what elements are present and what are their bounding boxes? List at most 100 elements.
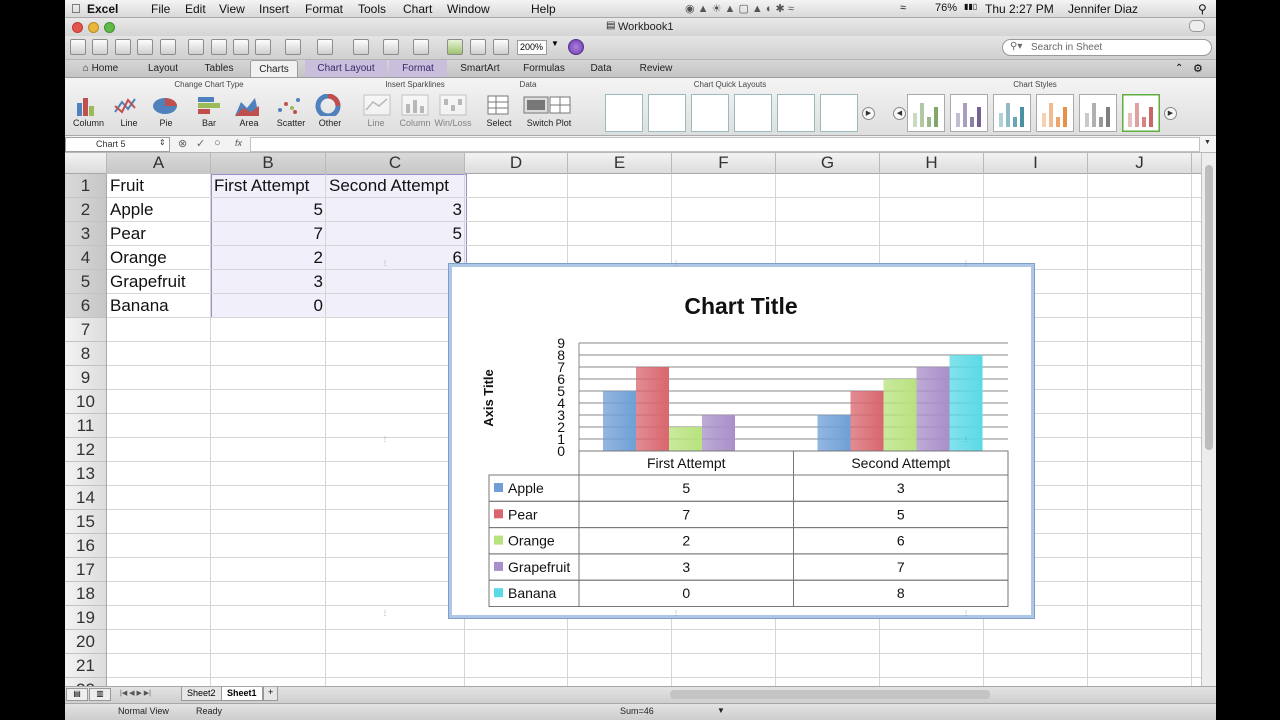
chart-resize-handle-right[interactable]: ⋮ <box>963 437 969 444</box>
cell-c1[interactable]: Second Attempt <box>326 174 465 198</box>
chart-bar-orange-1[interactable] <box>669 427 702 451</box>
row-header-12[interactable]: 12 <box>65 438 106 462</box>
page-layout-view-icon[interactable]: ▥ <box>89 688 111 701</box>
row-header-10[interactable]: 10 <box>65 390 106 414</box>
quick-layout-2[interactable] <box>648 94 686 132</box>
cell-b4[interactable]: 2 <box>211 246 326 270</box>
status-sum-dropdown-icon[interactable]: ▼ <box>717 706 725 715</box>
row-header-8[interactable]: 8 <box>65 342 106 366</box>
row-header-17[interactable]: 17 <box>65 558 106 582</box>
quick-layout-4[interactable] <box>734 94 772 132</box>
sheet-nav-icons[interactable]: |◀ ◀ ▶ ▶| <box>120 689 151 697</box>
chart-style-2[interactable] <box>950 94 988 132</box>
row-header-2[interactable]: 2 <box>65 198 106 222</box>
new-from-template-icon[interactable] <box>70 39 86 55</box>
column-header-i[interactable]: I <box>984 153 1088 174</box>
formula-bar-expand-icon[interactable]: ▼ <box>1204 139 1211 146</box>
row-header-7[interactable]: 7 <box>65 318 106 342</box>
user-name[interactable]: Jennifer Diaz <box>1068 2 1138 16</box>
chart-resize-handle-tl[interactable]: ⋮ <box>382 261 388 268</box>
cell-a2[interactable]: Apple <box>107 198 211 222</box>
tab-data[interactable]: Data <box>583 60 619 77</box>
chart-bar-pear-2[interactable] <box>850 391 884 451</box>
cell-b6[interactable]: 0 <box>211 294 326 318</box>
redo-icon[interactable] <box>317 39 333 55</box>
row-header-9[interactable]: 9 <box>65 366 106 390</box>
formula-builder-icon[interactable] <box>447 39 463 55</box>
toolbar-toggle-button[interactable] <box>1189 20 1205 32</box>
chart-style-6[interactable] <box>1122 94 1160 132</box>
row-header-5[interactable]: 5 <box>65 270 106 294</box>
cell-c5[interactable] <box>326 270 465 294</box>
chart-bar-grapefruit-1[interactable] <box>702 415 735 451</box>
cell-a3[interactable]: Pear <box>107 222 211 246</box>
chart-resize-handle-left[interactable]: ⋮ <box>382 437 388 444</box>
app-menu[interactable]: Excel <box>87 2 118 16</box>
tab-review[interactable]: Review <box>635 60 677 77</box>
menu-insert[interactable]: Insert <box>259 2 289 16</box>
name-box-dropdown-icon[interactable]: ⇕ <box>159 138 166 147</box>
chart-bar-apple-1[interactable] <box>603 391 636 451</box>
collapse-ribbon-icon[interactable]: ⌃ <box>1175 63 1183 74</box>
tab-smartart[interactable]: SmartArt <box>453 60 507 77</box>
cell-a4[interactable]: Orange <box>107 246 211 270</box>
undo-icon[interactable] <box>285 39 301 55</box>
chart-styles-next-icon[interactable]: ▶ <box>1164 107 1177 120</box>
row-header-1[interactable]: 1 <box>65 174 106 198</box>
chart-axis-title[interactable]: Axis Title <box>481 369 496 427</box>
vertical-scroll-thumb[interactable] <box>1205 165 1213 450</box>
menu-view[interactable]: View <box>219 2 245 16</box>
column-header-e[interactable]: E <box>568 153 672 174</box>
filter-icon[interactable] <box>413 39 429 55</box>
chart-resize-handle-top[interactable]: ⋮ <box>673 261 679 268</box>
cell-b1[interactable]: First Attempt <box>211 174 326 198</box>
menu-file[interactable]: File <box>151 2 170 16</box>
row-header-16[interactable]: 16 <box>65 534 106 558</box>
tab-format[interactable]: Format <box>389 60 447 77</box>
chart-resize-handle-br[interactable]: ⋮ <box>963 611 969 618</box>
cell-a5[interactable]: Grapefruit <box>107 270 211 294</box>
select-all-corner[interactable] <box>65 153 107 174</box>
chart-style-4[interactable] <box>1036 94 1074 132</box>
format-painter-icon[interactable] <box>255 39 271 55</box>
open-icon[interactable] <box>115 39 131 55</box>
row-header-21[interactable]: 21 <box>65 654 106 678</box>
cell-c2[interactable]: 3 <box>326 198 465 222</box>
tab-formulas[interactable]: Formulas <box>519 60 569 77</box>
quick-layouts-next-icon[interactable]: ▶ <box>862 107 875 120</box>
column-header-c[interactable]: C <box>326 153 465 174</box>
chart-object[interactable]: Chart Title Axis Title 0 1 2 3 4 5 6 7 8 9 First Att… <box>449 264 1034 618</box>
tab-charts[interactable]: Charts <box>250 60 298 77</box>
row-header-13[interactable]: 13 <box>65 462 106 486</box>
row-header-15[interactable]: 15 <box>65 510 106 534</box>
formula-edit-icon[interactable]: ○ <box>214 137 221 149</box>
autosum-icon[interactable] <box>353 39 369 55</box>
formula-input[interactable] <box>250 137 1200 152</box>
cell-c6[interactable] <box>326 294 465 318</box>
cell-b5[interactable]: 3 <box>211 270 326 294</box>
tab-chart-layout[interactable]: Chart Layout <box>305 60 387 77</box>
cell-c3[interactable]: 5 <box>326 222 465 246</box>
column-header-g[interactable]: G <box>776 153 880 174</box>
print-icon[interactable] <box>160 39 176 55</box>
row-header-19[interactable]: 19 <box>65 606 106 630</box>
sheet-tab-sheet1[interactable]: Sheet1 <box>221 687 263 701</box>
minimize-window-button[interactable] <box>88 22 99 33</box>
cell-a6[interactable]: Banana <box>107 294 211 318</box>
menu-help[interactable]: Help <box>531 2 556 16</box>
save-icon[interactable] <box>137 39 153 55</box>
sheet-tab-sheet2[interactable]: Sheet2 <box>181 687 222 701</box>
close-window-button[interactable] <box>72 22 83 33</box>
chart-style-5[interactable] <box>1079 94 1117 132</box>
chart-resize-handle-bl[interactable]: ⋮ <box>382 611 388 618</box>
cell-b3[interactable]: 7 <box>211 222 326 246</box>
quick-layout-6[interactable] <box>820 94 858 132</box>
chart-bar-orange-2[interactable] <box>883 379 917 451</box>
row-header-18[interactable]: 18 <box>65 582 106 606</box>
copy-icon[interactable] <box>211 39 227 55</box>
cancel-entry-icon[interactable]: ⊗ <box>178 137 187 150</box>
insert-function-icon[interactable]: fx <box>235 138 242 148</box>
status-sum[interactable]: Sum=46 <box>620 706 654 716</box>
sort-icon[interactable] <box>383 39 399 55</box>
menu-window[interactable]: Window <box>447 2 490 16</box>
